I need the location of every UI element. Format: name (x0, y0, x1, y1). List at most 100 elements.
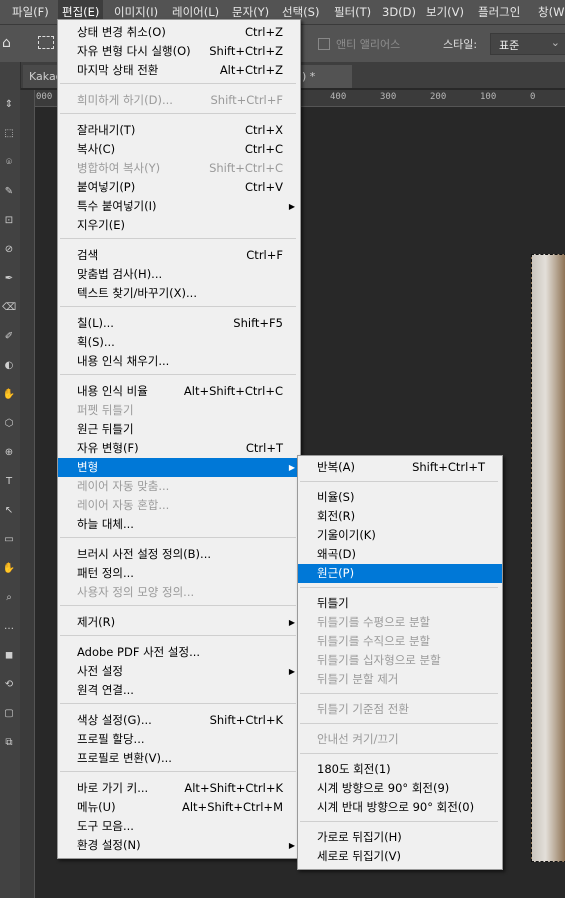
marquee-icon[interactable] (38, 36, 54, 49)
menu-item[interactable]: 원격 연결... (58, 681, 300, 700)
tab-document-2[interactable]: ) * (296, 65, 352, 88)
menu-item[interactable]: 붙여넣기(P) Ctrl+V (58, 178, 300, 197)
menu-item[interactable]: 가로로 뒤집기(H) (298, 828, 502, 847)
more-icon[interactable]: … (2, 620, 16, 634)
menu-item: 퍼펫 뒤틀기 (58, 401, 300, 420)
menu-item-shortcut: Ctrl+T (245, 441, 283, 455)
style-select[interactable]: 표준 ⌄ (490, 33, 565, 55)
menu-item[interactable]: 환경 설정(N) ▶ (58, 836, 300, 855)
menu-item-label: 메뉴(U) (77, 800, 116, 814)
menu-item[interactable]: 반복(A) Shift+Ctrl+T (298, 458, 502, 477)
menubar-item-9[interactable]: 플러그인 (474, 0, 524, 24)
menu-item[interactable]: 마지막 상태 전환 Alt+Ctrl+Z (58, 61, 300, 80)
anti-alias-checkbox[interactable] (318, 38, 330, 50)
quick-mask-icon[interactable]: ▢ (2, 707, 16, 721)
zoom-icon[interactable]: ⌕ (2, 591, 16, 605)
home-icon[interactable]: ⌂ (2, 35, 11, 51)
menu-item[interactable]: 칠(L)... Shift+F5 (58, 314, 300, 333)
menu-item-shortcut: Alt+Shift+Ctrl+K (184, 781, 283, 795)
quick-select-icon[interactable]: ✎ (2, 185, 16, 199)
menu-separator (60, 238, 296, 239)
menu-item[interactable]: 원근(P) (298, 564, 502, 583)
frame-icon[interactable]: ⊘ (2, 243, 16, 257)
menu-item-label: 텍스트 찾기/바꾸기(X)... (77, 286, 197, 300)
menu-item[interactable]: 내용 인식 비율 Alt+Shift+Ctrl+C (58, 382, 300, 401)
menu-item[interactable]: Adobe PDF 사전 설정... (58, 643, 300, 662)
menu-item: 뒤틀기를 수직으로 분할 (298, 632, 502, 651)
color-swatch-icon[interactable]: ◼ (2, 649, 16, 663)
hand-icon[interactable]: ✋ (2, 562, 16, 576)
stamp-icon[interactable]: ◐ (2, 359, 16, 373)
eraser-icon[interactable]: ⬡ (2, 417, 16, 431)
menubar-item-8[interactable]: 보기(V) (422, 0, 468, 24)
menu-item[interactable]: 브러시 사전 설정 정의(B)... (58, 545, 300, 564)
menu-item[interactable]: 메뉴(U) Alt+Shift+Ctrl+M (58, 798, 300, 817)
shape-icon[interactable]: ▭ (2, 533, 16, 547)
menu-item-shortcut: Shift+Ctrl+F (210, 93, 284, 107)
menu-item[interactable]: 회전(R) (298, 507, 502, 526)
menu-item[interactable]: 내용 인식 채우기... (58, 352, 300, 371)
ruler-label: 200 (430, 92, 447, 102)
menu-item[interactable]: 바로 가기 키... Alt+Shift+Ctrl+K (58, 779, 300, 798)
swap-icon[interactable]: ⟲ (2, 678, 16, 692)
menu-item[interactable]: 획(S)... (58, 333, 300, 352)
menu-item[interactable]: 왜곡(D) (298, 545, 502, 564)
menu-item-label: 뒤틀기를 십자형으로 분할 (317, 653, 441, 667)
menu-item[interactable]: 제거(R) ▶ (58, 613, 300, 632)
menu-item[interactable]: 검색 Ctrl+F (58, 246, 300, 265)
menu-item[interactable]: 세로로 뒤집기(V) (298, 847, 502, 866)
menu-item[interactable]: 사전 설정 ▶ (58, 662, 300, 681)
crop-icon[interactable]: ⊡ (2, 214, 16, 228)
history-brush-icon[interactable]: ✋ (2, 388, 16, 402)
menu-item[interactable]: 자유 변형 다시 실행(O) Shift+Ctrl+Z (58, 42, 300, 61)
menu-item[interactable]: 뒤틀기 (298, 594, 502, 613)
marquee-tool-icon[interactable]: ⬚ (2, 127, 16, 141)
healing-icon[interactable]: ⌫ (2, 301, 16, 315)
menubar-item-7[interactable]: 3D(D) (378, 0, 420, 24)
menu-item-label: 지우기(E) (77, 218, 125, 232)
menu-item[interactable]: 프로필 할당... (58, 730, 300, 749)
menu-item[interactable]: 패턴 정의... (58, 564, 300, 583)
menubar-item-0[interactable]: 파일(F) (8, 0, 53, 24)
menu-item-label: 바로 가기 키... (77, 781, 149, 795)
menu-item[interactable]: 변형 ▶ (58, 458, 300, 477)
menu-item[interactable]: 프로필로 변환(V)... (58, 749, 300, 768)
menu-item-label: 기울이기(K) (317, 528, 376, 542)
menu-item[interactable]: 상태 변경 취소(O) Ctrl+Z (58, 23, 300, 42)
menu-separator (300, 587, 498, 588)
menu-item-label: 프로필 할당... (77, 732, 145, 746)
path-select-icon[interactable]: ↖ (2, 504, 16, 518)
menu-item[interactable]: 특수 붙여넣기(I) ▶ (58, 197, 300, 216)
menu-item[interactable]: 원근 뒤틀기 (58, 420, 300, 439)
move-icon[interactable]: ⇕ (2, 98, 16, 112)
style-select-value: 표준 (499, 39, 520, 52)
menu-item[interactable]: 맞춤법 검사(H)... (58, 265, 300, 284)
menu-item-label: 붙여넣기(P) (77, 180, 136, 194)
menu-item[interactable]: 자유 변형(F) Ctrl+T (58, 439, 300, 458)
menu-item[interactable]: 텍스트 찾기/바꾸기(X)... (58, 284, 300, 303)
canvas-image[interactable] (531, 254, 565, 862)
screen-mode-icon[interactable]: ⧉ (2, 736, 16, 750)
menu-item[interactable]: 복사(C) Ctrl+C (58, 140, 300, 159)
menu-item[interactable]: 잘라내기(T) Ctrl+X (58, 121, 300, 140)
eyedropper-icon[interactable]: ✒ (2, 272, 16, 286)
menu-item[interactable]: 도구 모음... (58, 817, 300, 836)
lasso-icon[interactable]: ⌾ (2, 156, 16, 170)
menu-separator (60, 83, 296, 84)
gradient-icon[interactable]: ⊕ (2, 446, 16, 460)
menu-item[interactable]: 지우기(E) (58, 216, 300, 235)
menubar-item-6[interactable]: 필터(T) (330, 0, 375, 24)
menu-item-label: 잘라내기(T) (77, 123, 136, 137)
menu-item-label: 원근(P) (317, 566, 355, 580)
menu-item[interactable]: 하늘 대체... (58, 515, 300, 534)
menu-item[interactable]: 색상 설정(G)... Shift+Ctrl+K (58, 711, 300, 730)
menu-item[interactable]: 시계 방향으로 90° 회전(9) (298, 779, 502, 798)
menu-item[interactable]: 시계 반대 방향으로 90° 회전(0) (298, 798, 502, 817)
menu-item-shortcut: Ctrl+Z (245, 25, 283, 39)
menu-item[interactable]: 비율(S) (298, 488, 502, 507)
brush-icon[interactable]: ✐ (2, 330, 16, 344)
menubar-item-10[interactable]: 창(W) (534, 0, 565, 24)
type-icon[interactable]: T (2, 475, 16, 489)
menu-item[interactable]: 180도 회전(1) (298, 760, 502, 779)
menu-item[interactable]: 기울이기(K) (298, 526, 502, 545)
